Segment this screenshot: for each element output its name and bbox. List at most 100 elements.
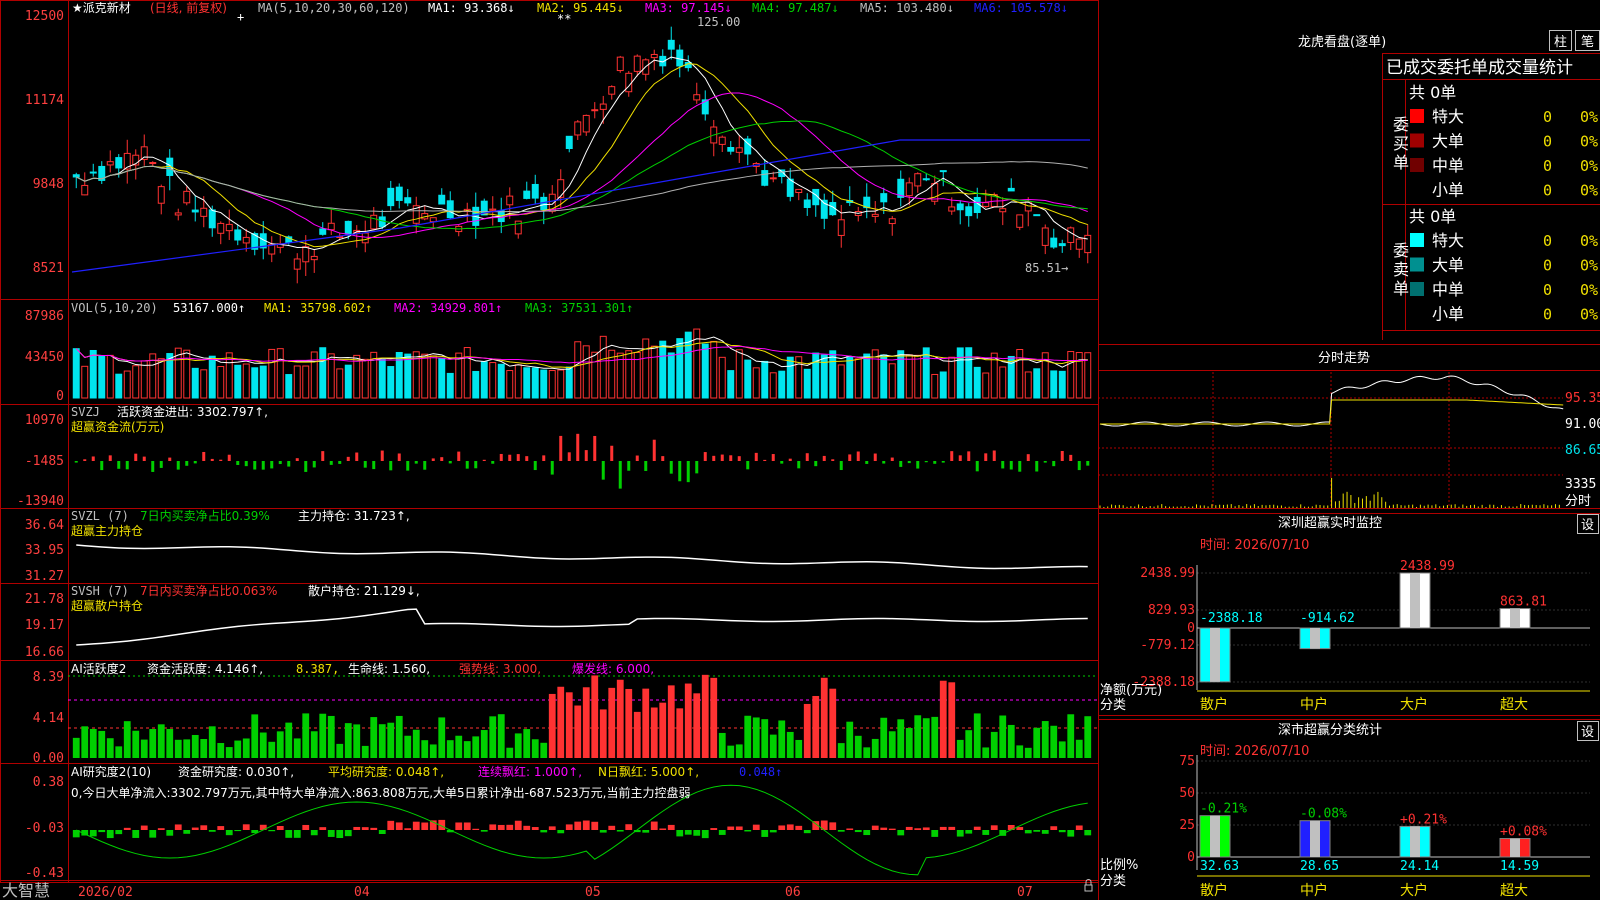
candle-body xyxy=(727,147,735,152)
research-bar xyxy=(948,826,956,830)
activity-bar xyxy=(1041,721,1049,758)
candle-body xyxy=(115,157,123,169)
research-bar xyxy=(514,820,522,830)
activity-bar xyxy=(693,693,701,758)
sz-category-name: 中户 xyxy=(1300,882,1328,899)
sz-category-change: +0.08% xyxy=(1500,825,1547,840)
volume-bar xyxy=(115,373,123,399)
volume-bar xyxy=(395,351,403,399)
activity-bar xyxy=(514,733,522,758)
activity-bar xyxy=(982,747,990,758)
research-bar xyxy=(863,830,871,836)
lhb-section-title: 已成交委托单成交量统计 xyxy=(1386,58,1573,78)
candle-body xyxy=(718,136,726,145)
activity-bar xyxy=(480,730,488,758)
volume-bar xyxy=(489,362,497,399)
research-bar xyxy=(183,830,191,834)
candle-body xyxy=(1058,243,1066,247)
candle-body xyxy=(225,223,233,232)
activity-bar xyxy=(880,717,888,758)
candle-body xyxy=(183,190,191,204)
sz-category-settings-label[interactable]: 设 xyxy=(1581,725,1594,740)
activity-bar xyxy=(701,674,709,758)
research-bar xyxy=(625,824,633,830)
candle-body xyxy=(693,94,701,101)
activity-bar xyxy=(276,731,284,758)
research-bar xyxy=(387,820,395,830)
activity-bar xyxy=(140,739,148,758)
research-bar xyxy=(157,828,165,830)
research-bar xyxy=(472,828,480,830)
activity-bar xyxy=(353,724,361,758)
volume-bar xyxy=(659,340,667,399)
activity-bar xyxy=(523,729,531,758)
volume-bar xyxy=(769,372,777,399)
volume-bar xyxy=(642,338,650,399)
intraday-price-tick: 86.65 xyxy=(1565,443,1600,458)
volume-bar xyxy=(480,361,488,399)
sz-monitor-bar-label: 863.81 xyxy=(1500,595,1547,610)
candle-body xyxy=(965,206,973,217)
candle-body xyxy=(608,86,616,95)
activity-bar xyxy=(344,723,352,758)
sz-category-ytick: 75 xyxy=(1179,754,1195,769)
research-bar xyxy=(455,822,463,830)
volume-bar xyxy=(98,355,106,399)
low-price-label: 85.51→ xyxy=(1025,261,1068,275)
activity-bar xyxy=(642,688,650,758)
research-bar xyxy=(914,828,922,830)
research-bar xyxy=(1084,830,1092,836)
volume-bar xyxy=(531,367,539,399)
sz-category-value: 14.59 xyxy=(1500,859,1539,874)
activity-bar xyxy=(650,707,658,758)
activity-bar xyxy=(812,695,820,758)
research-bar xyxy=(98,830,106,833)
tab-bi-label[interactable]: 笔 xyxy=(1581,34,1594,50)
activity-bar xyxy=(837,743,845,758)
activity-bar xyxy=(285,722,293,758)
volume-bar xyxy=(1024,371,1032,399)
activity-bar xyxy=(497,714,505,758)
stock-title[interactable]: ★派克新材 xyxy=(72,0,131,15)
candle-body xyxy=(914,173,922,187)
buy-side-label: 买 xyxy=(1393,134,1409,153)
volume-bar xyxy=(846,356,854,399)
activity-bar xyxy=(489,716,497,758)
volume-bar xyxy=(540,369,548,399)
sell-row-pct: 0% xyxy=(1580,281,1598,299)
volume-bar xyxy=(140,360,148,399)
sz-monitor-settings-label[interactable]: 设 xyxy=(1581,518,1594,533)
buy-side-label: 委 xyxy=(1393,115,1409,134)
sz-category-value: 24.14 xyxy=(1400,859,1439,874)
volume-bar xyxy=(939,371,947,399)
volume-bar xyxy=(956,347,964,399)
volume-bar xyxy=(268,348,276,399)
activity-bar xyxy=(370,717,378,758)
activity-bar xyxy=(319,713,327,758)
candle-body xyxy=(948,206,956,212)
volume-bar xyxy=(667,352,675,399)
activity-bar xyxy=(72,737,80,758)
ai-research-avg: 平均研究度: 0.048↑, xyxy=(328,764,444,779)
sz-monitor-xlabel: 分类 xyxy=(1100,698,1126,713)
activity-bar xyxy=(599,709,607,758)
tab-zhu-label[interactable]: 柱 xyxy=(1554,35,1567,50)
research-bar xyxy=(166,830,174,836)
research-bar xyxy=(480,830,488,832)
svzl-ytick: 31.27 xyxy=(25,569,64,584)
buy-row-count: 0 xyxy=(1543,182,1552,200)
candle-body xyxy=(625,72,633,93)
candle-body xyxy=(676,49,684,67)
act-ytick: 4.14 xyxy=(33,711,64,726)
volume-bar xyxy=(251,367,259,399)
svsh-hold: 散户持仓: 21.129↓, xyxy=(308,583,420,598)
candle-body xyxy=(344,220,352,235)
volume-bar xyxy=(497,363,505,399)
volume-bar xyxy=(965,347,973,399)
period-label[interactable]: (日线, 前复权) xyxy=(150,0,227,15)
volume-bar xyxy=(761,360,769,399)
sz-monitor-time: 时间: 2026/07/10 xyxy=(1200,538,1309,553)
volume-bar xyxy=(89,349,97,399)
activity-bar xyxy=(565,692,573,758)
activity-bar xyxy=(157,724,165,758)
